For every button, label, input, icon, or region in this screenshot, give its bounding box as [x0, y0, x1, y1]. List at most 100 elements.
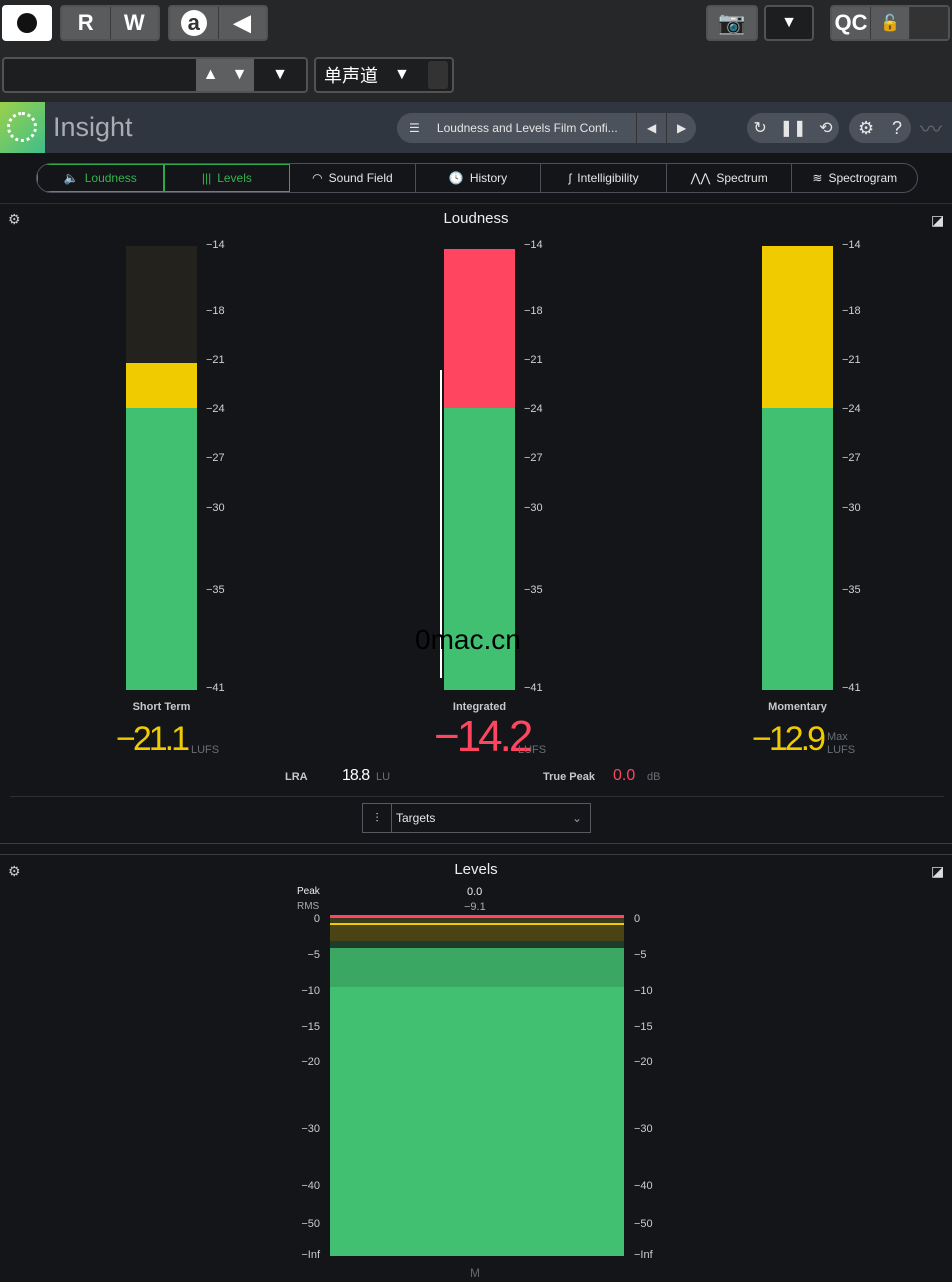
lock-icon[interactable]: 🔓 [871, 7, 910, 39]
scale-tick: −24 [524, 403, 543, 415]
scale-tick: −41 [206, 682, 225, 694]
help-icon[interactable]: ? [892, 118, 902, 139]
tab-label: Spectrogram [828, 171, 898, 185]
lra-label: LRA [285, 771, 308, 783]
extra-button[interactable] [910, 7, 948, 39]
tab-label: History [469, 171, 508, 185]
level-scale-left: 0 [313, 913, 320, 925]
app-title: Insight [53, 112, 133, 142]
meter-unit-max: Max [827, 731, 848, 743]
read-write-group: R W [60, 5, 160, 41]
prev-preset-icon[interactable]: ◀ [636, 113, 666, 143]
next-preset-icon[interactable]: ▶ [666, 113, 696, 143]
tab-label: Loudness [84, 171, 137, 185]
read-button[interactable]: R [62, 7, 111, 39]
targets-dropdown[interactable]: ⫶ Targets ⌄ [362, 803, 591, 833]
level-scale-left: −Inf [301, 1249, 320, 1261]
dropdown-button[interactable]: ▼ [764, 5, 814, 41]
speaker-icon: 🔈 [63, 171, 79, 185]
true-peak-label: True Peak [543, 771, 595, 783]
qc-button[interactable]: QC [832, 7, 871, 39]
scale-tick: −21 [842, 354, 861, 366]
level-bar-segment [330, 948, 624, 987]
meter-over-fill [126, 362, 197, 409]
izotope-logo [0, 102, 45, 153]
expand-icon[interactable]: ◪ [931, 863, 944, 880]
meter-unit: LUFS [191, 744, 220, 756]
level-scale-left: −15 [301, 1021, 320, 1033]
scale-tick: −18 [842, 305, 861, 317]
level-scale-left: −10 [301, 985, 320, 997]
scale-tick: −18 [206, 305, 225, 317]
tab-label: Intelligibility [577, 171, 639, 185]
scale-tick: −41 [524, 682, 543, 694]
scale-tick: −14 [842, 239, 861, 251]
prev-next-buttons[interactable]: ▲ ▼ [196, 59, 254, 91]
arrow-up-icon[interactable]: ▲ [203, 66, 219, 84]
pause-icon[interactable]: ❚❚ [780, 118, 807, 138]
scale-tick: −24 [842, 403, 861, 415]
camera-button[interactable]: 📷 [706, 5, 758, 41]
track-input[interactable] [4, 59, 196, 91]
level-scale-right: −Inf [634, 1249, 653, 1261]
loudness-title: Loudness [443, 210, 509, 227]
tab-levels[interactable]: ||| Levels [163, 164, 291, 192]
compare-group: a ◀ [168, 5, 268, 41]
level-bar-segment [330, 941, 624, 948]
tab-sound-field[interactable]: ◠ Sound Field [290, 164, 416, 192]
tab-history[interactable]: 🕓 History [416, 164, 542, 192]
level-scale-right: −5 [634, 949, 647, 961]
tab-spectrogram[interactable]: ≋ Spectrogram [792, 164, 917, 192]
true-peak-value: 0.0 [613, 767, 636, 784]
expand-icon[interactable]: ◪ [931, 212, 944, 229]
meter-unit: LUFS [827, 744, 856, 756]
channel-label: M [470, 1266, 480, 1280]
level-scale-left: −50 [301, 1218, 320, 1230]
camera-icon: 📷 [718, 10, 746, 35]
level-scale-left: −40 [301, 1180, 320, 1192]
tab-loudness[interactable]: 🔈 Loudness [37, 164, 164, 192]
power-button[interactable] [2, 5, 52, 41]
targets-label: Targets [396, 811, 436, 825]
level-scale-right: −10 [634, 985, 653, 997]
write-button[interactable]: W [111, 7, 159, 39]
compare-button[interactable]: a [170, 7, 219, 39]
arrow-down-icon[interactable]: ▼ [232, 66, 248, 84]
tab-label: Sound Field [328, 171, 393, 185]
channel-select[interactable]: 单声道 ▼ [314, 57, 454, 93]
level-scale-right: 0 [634, 913, 641, 925]
loop-icon[interactable]: ↻ [753, 118, 766, 138]
tab-spectrum[interactable]: ⋀⋀ Spectrum [667, 164, 793, 192]
list-icon[interactable]: ☰ [409, 121, 433, 135]
ear-icon: ʃ [568, 171, 572, 185]
channel-extra[interactable] [428, 61, 448, 89]
chevron-down-icon[interactable]: ▼ [254, 66, 306, 84]
arrow-left-icon[interactable]: ◀ [219, 7, 267, 39]
level-scale-left: −20 [301, 1056, 320, 1068]
spectrum-icon: ⋀⋀ [690, 171, 711, 185]
meter-value: −14.2 [434, 712, 533, 761]
transport-group: ↻ ❚❚ ⟲ [747, 113, 839, 143]
tab-intelligibility[interactable]: ʃ Intelligibility [541, 164, 667, 192]
preset-bar: ☰ Loudness and Levels Film Confi... ◀ ▶ [397, 113, 696, 143]
preset-name[interactable]: Loudness and Levels Film Confi... [437, 121, 636, 135]
history-icon: 🕓 [448, 171, 464, 185]
signature-icon[interactable]: 〰 [920, 112, 942, 144]
chevron-down-icon: ▼ [394, 66, 410, 83]
level-scale-right: −15 [634, 1021, 653, 1033]
scale-tick: −35 [524, 584, 543, 596]
settings-help-group: ⚙? [849, 113, 911, 143]
meter-value: −21.1 [116, 720, 190, 758]
scale-tick: −30 [842, 502, 861, 514]
peak-value: 0.0 [467, 886, 483, 898]
gear-icon[interactable]: ⚙ [858, 118, 874, 139]
reset-icon[interactable]: ⟲ [819, 118, 832, 138]
spectrogram-icon: ≋ [812, 171, 823, 185]
scale-tick: −14 [524, 239, 543, 251]
lra-unit: LU [376, 771, 391, 783]
track-selector: ▲ ▼ ▼ [2, 57, 308, 93]
scale-tick: −27 [842, 452, 861, 464]
rms-value: −9.1 [464, 901, 486, 913]
scale-tick: −27 [206, 452, 225, 464]
scale-tick: −27 [524, 452, 543, 464]
